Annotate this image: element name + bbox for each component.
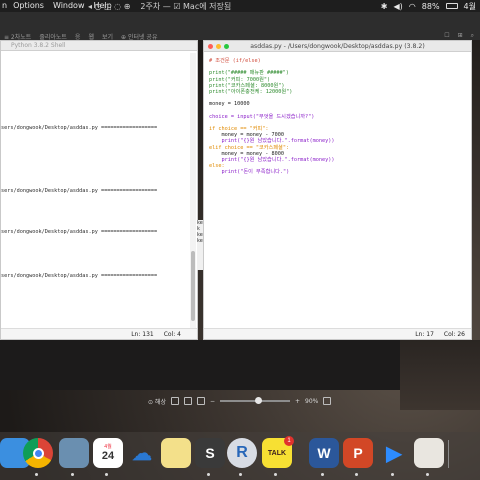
r-glyph: R [236, 444, 248, 461]
zoom-glyph: ▶ [386, 442, 402, 465]
notes-icon[interactable] [161, 438, 191, 468]
zoom-label[interactable]: ⊙ 해상 [148, 397, 166, 406]
zoom-percent: 90% [305, 397, 319, 405]
toolbar-right-item[interactable]: ⊞ [458, 32, 463, 40]
battery-icon[interactable] [445, 3, 458, 9]
running-indicator [207, 473, 210, 476]
restart-line: sers/dongwook/Desktop/asddas.py ========… [1, 229, 158, 235]
code-line: print("{}원 남았습니다.".format(money)) [209, 138, 335, 145]
background-panel [400, 340, 480, 410]
clock[interactable]: 4월 [464, 1, 476, 12]
center-status: ◂ ◷ ◫ ◌ ⊕ 2주차 — ☑ Mac에 저장됨 [88, 1, 231, 12]
onedrive-icon[interactable]: ☁ [127, 438, 157, 468]
running-indicator [355, 473, 358, 476]
view-icon[interactable] [183, 397, 192, 405]
shell-scroll-thumb[interactable] [191, 251, 195, 321]
menu-bar: n Options Window Help ◂ ◷ ◫ ◌ ⊕ 2주차 — ☑ … [0, 0, 480, 12]
view-icon[interactable] [170, 397, 179, 405]
word-icon[interactable]: W [309, 438, 339, 468]
sublime-icon[interactable]: S [195, 438, 225, 468]
zoom-icon[interactable]: ▶ [379, 438, 409, 468]
close-button[interactable] [208, 44, 213, 49]
onedrive-glyph: ☁ [132, 442, 152, 465]
running-indicator [35, 473, 38, 476]
search-icon[interactable]: ⌕ [471, 32, 474, 40]
running-indicator [105, 473, 108, 476]
code-line: print("돈이 부족합니다.") [209, 169, 290, 176]
shell-title: Python 3.8.2 Shell [1, 41, 197, 51]
running-indicator [426, 473, 429, 476]
menu-options[interactable]: Options [13, 0, 44, 12]
menu-window[interactable]: Window [53, 0, 85, 12]
volume-icon[interactable]: ◀) [394, 2, 403, 11]
background-window [0, 340, 400, 390]
editor-statusbar: Ln: 17 Col: 26 [204, 328, 471, 339]
status-menus: ✱ ◀) ◠ 88% 4월 [381, 1, 476, 12]
editor-titlebar: asddas.py - /Users/dongwook/Desktop/asdd… [204, 41, 471, 52]
running-indicator [71, 473, 74, 476]
code-line: print("{}원 남았습니다.".format(money)) [209, 157, 335, 163]
calendar-icon[interactable]: 4월 24 [93, 438, 123, 468]
zoom-slider[interactable] [220, 397, 291, 404]
bluetooth-icon[interactable]: ✱ [381, 2, 388, 11]
document-title: 2주차 — ☑ Mac에 저장됨 [140, 1, 232, 11]
restart-line: sers/dongwook/Desktop/asddas.py ========… [1, 188, 158, 194]
status-icons: ◂ ◷ ◫ ◌ ⊕ [88, 1, 131, 11]
r-icon[interactable]: R [227, 438, 257, 468]
shell-statusbar: Ln: 131 Col: 4 [1, 328, 197, 339]
window-controls [208, 44, 229, 49]
minimize-button[interactable] [216, 44, 221, 49]
zoom-controls: ⊙ 해상 − + 90% [148, 394, 408, 408]
toolbar-right-item[interactable]: ☐ [444, 32, 449, 40]
dock-separator [448, 440, 449, 468]
fit-icon[interactable] [323, 397, 332, 405]
view-icon[interactable] [196, 397, 205, 405]
app-toolbar: ≡ 2차노트 줄리아노트 응 웹 보기 ⊕ 인터넷 공유 ☐ ⊞ ⌕ [0, 12, 480, 41]
powerpoint-icon[interactable]: P [343, 438, 373, 468]
editor-window: asddas.py - /Users/dongwook/Desktop/asdd… [203, 40, 472, 340]
restart-line: sers/dongwook/Desktop/asddas.py ========… [1, 273, 158, 279]
column-number: Col: 26 [443, 330, 465, 338]
line-number: Ln: 17 [415, 330, 434, 338]
editor-title: asddas.py - /Users/dongwook/Desktop/asdd… [250, 43, 425, 50]
zoom-out-icon[interactable]: − [210, 398, 215, 405]
calendar-glyph: 24 [101, 450, 115, 462]
zoom-in-icon[interactable]: + [295, 398, 300, 405]
chrome-icon[interactable] [23, 438, 53, 468]
shell-output[interactable]: sers/dongwook/Desktop/asddas.py ========… [1, 51, 191, 329]
restart-line: sers/dongwook/Desktop/asddas.py ========… [1, 125, 158, 131]
apple-menu-fragment[interactable]: n [2, 0, 7, 12]
line-number: Ln: 131 [131, 330, 154, 338]
sublime-glyph: S [205, 445, 215, 461]
python-icon[interactable] [414, 438, 444, 468]
notification-badge: 1 [284, 436, 294, 446]
preview-icon[interactable] [59, 438, 89, 468]
wifi-icon[interactable]: ◠ [409, 2, 416, 11]
battery-percent[interactable]: 88% [422, 2, 440, 11]
code-area[interactable]: # 조건문 (if/else) print("##### 매뉴판 #####") p… [209, 58, 334, 176]
python-shell-window: Python 3.8.2 Shell sers/dongwook/Desktop… [0, 40, 198, 340]
running-indicator [239, 473, 242, 476]
running-indicator [274, 473, 277, 476]
column-number: Col: 4 [163, 330, 181, 338]
running-indicator [321, 473, 324, 476]
word-glyph: W [317, 445, 331, 461]
zoom-button[interactable] [224, 44, 229, 49]
powerpoint-glyph: P [353, 445, 363, 461]
zoom-slider-knob[interactable] [254, 397, 262, 404]
running-indicator [391, 473, 394, 476]
kakaotalk-glyph: TALK [267, 449, 287, 457]
